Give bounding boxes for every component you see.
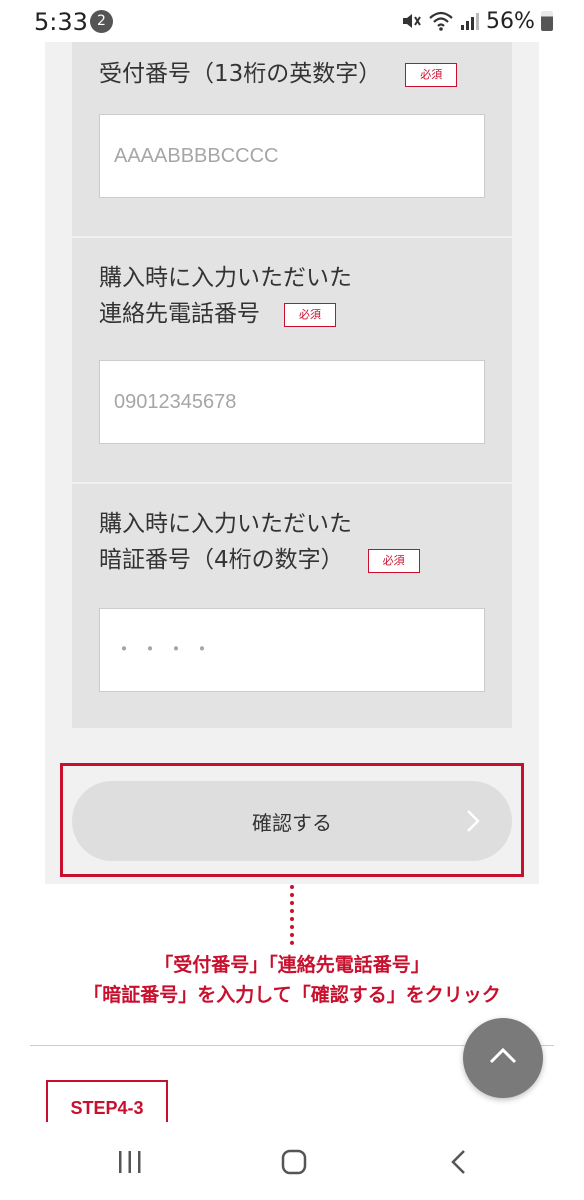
confirm-button[interactable]: 確認する <box>72 781 512 861</box>
confirm-button-label: 確認する <box>252 810 332 835</box>
status-icons: 56% <box>400 8 553 34</box>
back-button[interactable] <box>428 1142 488 1182</box>
annotation-line2: 「暗証番号」を入力して「確認する」をクリック <box>83 984 501 1006</box>
reception-number-input[interactable] <box>99 114 485 198</box>
pin-label: 購入時に入力いただいた 暗証番号（4桁の数字） 必須 <box>99 506 420 578</box>
wifi-icon <box>429 11 453 31</box>
required-badge: 必須 <box>405 62 458 87</box>
scroll-to-top-button[interactable] <box>463 1018 543 1098</box>
pin-field-group: 購入時に入力いただいた 暗証番号（4桁の数字） 必須 <box>72 484 512 728</box>
pin-input[interactable] <box>99 608 485 692</box>
annotation-text: 「受付番号」「連絡先電話番号」 「暗証番号」を入力して「確認する」をクリック <box>0 950 584 1010</box>
annotation-line1: 「受付番号」「連絡先電話番号」 <box>154 954 430 976</box>
annotation-dotted-line <box>290 885 294 945</box>
recent-apps-icon <box>119 1151 141 1173</box>
notification-count-badge: 2 <box>90 10 113 33</box>
chevron-up-icon <box>489 1047 517 1064</box>
signal-icon <box>461 13 479 30</box>
recent-apps-button[interactable] <box>100 1142 160 1182</box>
contact-phone-field-group: 購入時に入力いただいた 連絡先電話番号 必須 <box>72 238 512 482</box>
contact-phone-label-line2: 連絡先電話番号 <box>99 301 260 327</box>
contact-phone-label-line1: 購入時に入力いただいた <box>99 265 352 291</box>
contact-phone-label: 購入時に入力いただいた 連絡先電話番号 必須 <box>99 260 352 332</box>
home-icon <box>281 1149 307 1175</box>
navigation-bar <box>0 1122 584 1200</box>
contact-phone-input[interactable] <box>99 360 485 444</box>
required-badge: 必須 <box>367 548 420 573</box>
pin-label-line2: 暗証番号（4桁の数字） <box>99 547 344 573</box>
status-time: 5:33 <box>34 8 88 36</box>
required-badge: 必須 <box>284 302 336 327</box>
reception-number-label-text: 受付番号（13桁の英数字） <box>99 61 382 87</box>
chevron-right-icon <box>467 810 480 832</box>
pin-label-line1: 購入時に入力いただいた <box>99 511 352 537</box>
status-bar: 5:33 2 56% <box>0 0 584 42</box>
battery-icon <box>540 11 553 31</box>
back-icon <box>451 1150 465 1174</box>
home-button[interactable] <box>264 1142 324 1182</box>
reception-number-field-group: 受付番号（13桁の英数字） 必須 <box>72 42 512 236</box>
mute-icon <box>403 14 421 28</box>
reception-number-label: 受付番号（13桁の英数字） 必須 <box>99 56 458 92</box>
battery-percent: 56% <box>486 8 535 34</box>
